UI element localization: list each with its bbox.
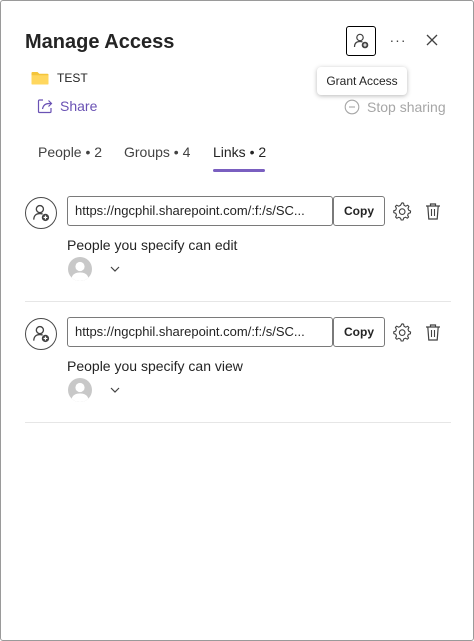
trash-icon[interactable] [423,201,443,221]
link-url-field[interactable]: https://ngcphil.sharepoint.com/:f:/s/SC.… [67,317,333,347]
close-button[interactable] [421,29,443,51]
person-icon [71,261,89,281]
item-name: TEST [57,71,88,85]
gear-icon[interactable] [392,322,412,342]
shared-item: TEST [31,71,88,85]
link-avatar [25,197,57,229]
person-icon [71,382,89,402]
stop-sharing-button[interactable]: Stop sharing [344,99,446,115]
tab-links[interactable]: Links • 2 [213,144,266,160]
minus-circle-icon [344,99,360,115]
chevron-down-icon[interactable] [109,384,121,396]
link-permission: People you specify can view [67,358,243,374]
link-item: https://ngcphil.sharepoint.com/:f:/s/SC.… [1,302,474,423]
add-person-icon [353,33,369,49]
share-label: Share [60,98,98,114]
manage-access-panel: Manage Access ··· Grant Access TEST Shar… [0,0,474,641]
share-icon [37,99,53,114]
more-options-button[interactable]: ··· [387,29,409,51]
gear-icon[interactable] [392,201,412,221]
tab-people[interactable]: People • 2 [38,144,102,160]
link-item: https://ngcphil.sharepoint.com/:f:/s/SC.… [1,181,474,302]
active-tab-indicator [213,169,265,172]
share-link[interactable]: Share [37,98,97,114]
add-person-icon [33,325,50,343]
grant-access-button[interactable] [346,26,376,56]
add-person-icon [33,204,50,222]
stop-sharing-label: Stop sharing [367,99,446,115]
trash-icon[interactable] [423,322,443,342]
copy-link-button[interactable]: Copy [333,196,385,226]
panel-title: Manage Access [25,31,175,53]
link-url-field[interactable]: https://ngcphil.sharepoint.com/:f:/s/SC.… [67,196,333,226]
avatar[interactable] [68,378,92,402]
tab-groups[interactable]: Groups • 4 [124,144,190,160]
grant-access-tooltip: Grant Access [317,67,407,95]
link-avatar [25,318,57,350]
close-icon [426,34,438,46]
row-divider [25,422,451,423]
folder-icon [31,72,49,85]
more-icon: ··· [389,32,407,48]
chevron-down-icon[interactable] [109,263,121,275]
copy-link-button[interactable]: Copy [333,317,385,347]
avatar[interactable] [68,257,92,281]
link-permission: People you specify can edit [67,237,238,253]
